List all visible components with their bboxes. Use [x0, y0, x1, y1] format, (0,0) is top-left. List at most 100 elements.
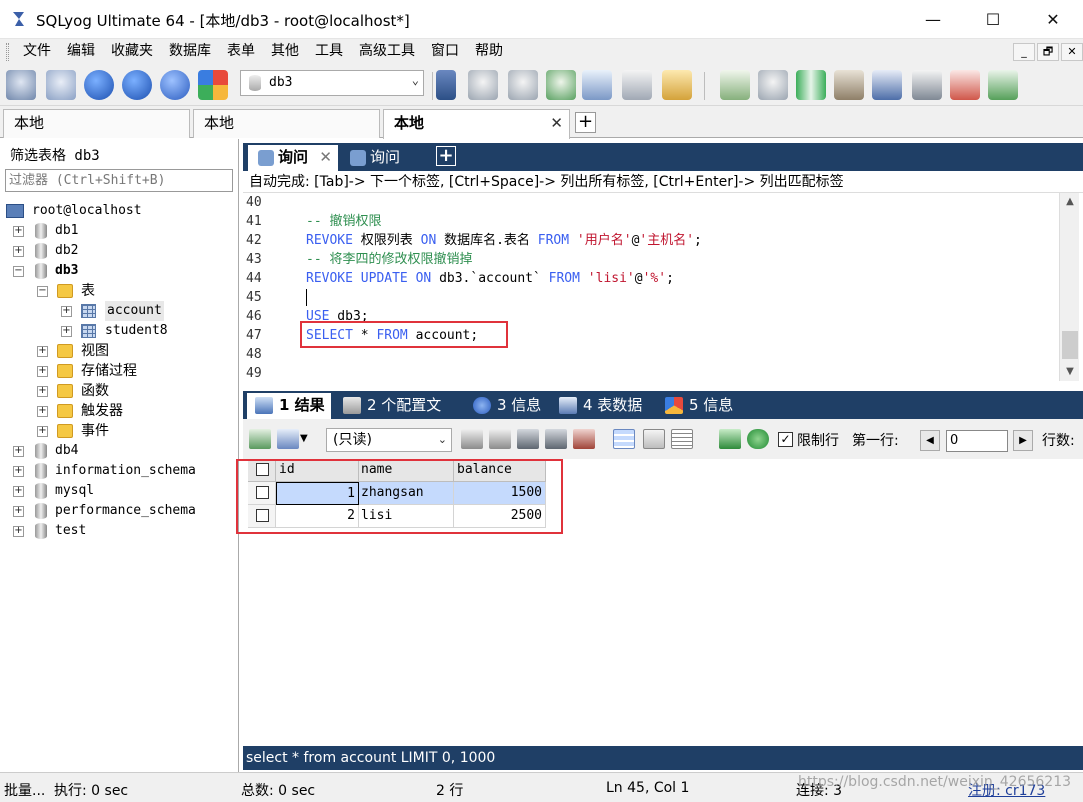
scheduled-backup-icon[interactable]: [950, 70, 980, 100]
expand-icon[interactable]: +: [37, 346, 48, 357]
notifications-icon[interactable]: [912, 70, 942, 100]
collapse-icon[interactable]: −: [37, 286, 48, 297]
add-row-icon[interactable]: [461, 429, 483, 449]
tree-item[interactable]: + mysql: [0, 481, 239, 501]
tree-item[interactable]: + 触发器: [0, 401, 239, 421]
result-tab[interactable]: 5 信息: [657, 393, 737, 419]
database-selector[interactable]: db3 ⌄: [240, 70, 424, 96]
expand-icon[interactable]: +: [61, 326, 72, 337]
next-page-button[interactable]: ▶: [1013, 430, 1033, 451]
result-tab[interactable]: 4 表数据: [551, 393, 647, 419]
expand-icon[interactable]: +: [13, 246, 24, 257]
menu-table[interactable]: 表单: [219, 39, 263, 64]
expand-icon[interactable]: +: [13, 446, 24, 457]
import-icon[interactable]: [582, 70, 612, 100]
filter-icon[interactable]: [719, 429, 741, 449]
menu-help[interactable]: 帮助: [467, 39, 511, 64]
schema-designer-icon[interactable]: [198, 70, 228, 100]
result-tab[interactable]: 2 个配置文件: [335, 393, 455, 438]
cancel-changes-icon[interactable]: [573, 429, 595, 449]
tree-item[interactable]: + student8: [0, 321, 239, 341]
mdi-close-button[interactable]: ✕: [1061, 43, 1083, 61]
close-tab-icon[interactable]: ✕: [550, 110, 563, 137]
result-tab-active[interactable]: 1 结果: [247, 393, 331, 419]
export-icon[interactable]: [249, 429, 271, 449]
user-manager-icon[interactable]: [436, 70, 456, 100]
menu-advanced-tools[interactable]: 高级工具: [351, 39, 423, 64]
limit-rows-checkbox[interactable]: ✓: [778, 432, 793, 447]
query-builder-icon[interactable]: [720, 70, 750, 100]
first-row-input[interactable]: 0: [946, 430, 1008, 452]
collapse-icon[interactable]: −: [13, 266, 24, 277]
expand-icon[interactable]: +: [37, 386, 48, 397]
tree-item[interactable]: + 视图: [0, 341, 239, 361]
minimize-button[interactable]: —: [910, 0, 956, 39]
scroll-thumb[interactable]: [1062, 331, 1078, 359]
execute-query-icon[interactable]: [84, 70, 114, 100]
schema-compare-icon[interactable]: [988, 70, 1018, 100]
scroll-up-icon[interactable]: ▲: [1060, 193, 1080, 211]
tree-item[interactable]: + 函数: [0, 381, 239, 401]
result-tab[interactable]: 3 信息: [465, 393, 547, 419]
backup-icon[interactable]: [546, 70, 576, 100]
create-database-icon[interactable]: [468, 70, 498, 100]
mdi-minimize-button[interactable]: _: [1013, 43, 1035, 61]
tree-item[interactable]: root@localhost: [0, 201, 239, 221]
tree-item[interactable]: − db3: [0, 261, 239, 281]
tree-item[interactable]: + db2: [0, 241, 239, 261]
expand-icon[interactable]: +: [13, 486, 24, 497]
expand-icon[interactable]: +: [37, 366, 48, 377]
expand-icon[interactable]: +: [13, 526, 24, 537]
expand-icon[interactable]: +: [37, 406, 48, 417]
expand-icon[interactable]: +: [13, 506, 24, 517]
duplicate-row-icon[interactable]: [489, 429, 511, 449]
filter-input[interactable]: 过滤器 (Ctrl+Shift+B): [5, 169, 233, 192]
tree-item[interactable]: + 存储过程: [0, 361, 239, 381]
close-tab-icon[interactable]: ✕: [319, 145, 332, 169]
chevron-down-icon[interactable]: ▼: [300, 429, 312, 449]
query-tab-active[interactable]: 询问 ✕: [248, 145, 338, 171]
result-mode-select[interactable]: (只读) ⌄: [326, 428, 452, 452]
schema-sync-icon[interactable]: [662, 70, 692, 100]
text-view-icon[interactable]: [671, 429, 693, 449]
tree-item[interactable]: + db4: [0, 441, 239, 461]
menu-edit[interactable]: 编辑: [59, 39, 103, 64]
tree-item[interactable]: + performance_schema: [0, 501, 239, 521]
migration-icon[interactable]: [834, 70, 864, 100]
refresh-icon[interactable]: [160, 70, 190, 100]
copy-database-icon[interactable]: [796, 70, 826, 100]
menu-tools[interactable]: 工具: [307, 39, 351, 64]
tree-item[interactable]: + account: [0, 301, 239, 321]
expand-icon[interactable]: +: [13, 226, 24, 237]
new-query-icon[interactable]: [46, 70, 76, 100]
copy-rows-icon[interactable]: [277, 429, 299, 449]
tree-item[interactable]: + 事件: [0, 421, 239, 441]
editor-scrollbar[interactable]: ▲ ▼: [1059, 193, 1079, 381]
menu-window[interactable]: 窗口: [423, 39, 467, 64]
execute-all-icon[interactable]: [122, 70, 152, 100]
refresh-results-icon[interactable]: [747, 429, 769, 449]
grid-view-icon[interactable]: [613, 429, 635, 449]
expand-icon[interactable]: +: [61, 306, 72, 317]
new-query-tab-button[interactable]: +: [436, 146, 456, 166]
menu-file[interactable]: 文件: [15, 39, 59, 64]
scroll-down-icon[interactable]: ▼: [1060, 363, 1080, 381]
table-data-icon[interactable]: [622, 70, 652, 100]
delete-icon[interactable]: [545, 429, 567, 449]
mdi-restore-button[interactable]: 🗗: [1037, 43, 1059, 61]
new-connection-tab-button[interactable]: +: [575, 112, 596, 133]
maximize-button[interactable]: ☐: [970, 0, 1016, 39]
form-view-icon[interactable]: [643, 429, 665, 449]
connection-tab[interactable]: 本地: [193, 109, 380, 138]
menu-other[interactable]: 其他: [263, 39, 307, 64]
create-table-icon[interactable]: [508, 70, 538, 100]
data-sync-icon[interactable]: [758, 70, 788, 100]
save-icon[interactable]: [517, 429, 539, 449]
new-connection-icon[interactable]: [6, 70, 36, 100]
close-window-button[interactable]: ✕: [1030, 0, 1076, 39]
expand-icon[interactable]: +: [13, 466, 24, 477]
job-agent-icon[interactable]: [872, 70, 902, 100]
sql-editor[interactable]: 40 41 -- 撤销权限 42 REVOKE 权限列表 ON 数据库名.表名 FR…: [243, 193, 1059, 381]
expand-icon[interactable]: +: [37, 426, 48, 437]
tree-item[interactable]: + test: [0, 521, 239, 541]
